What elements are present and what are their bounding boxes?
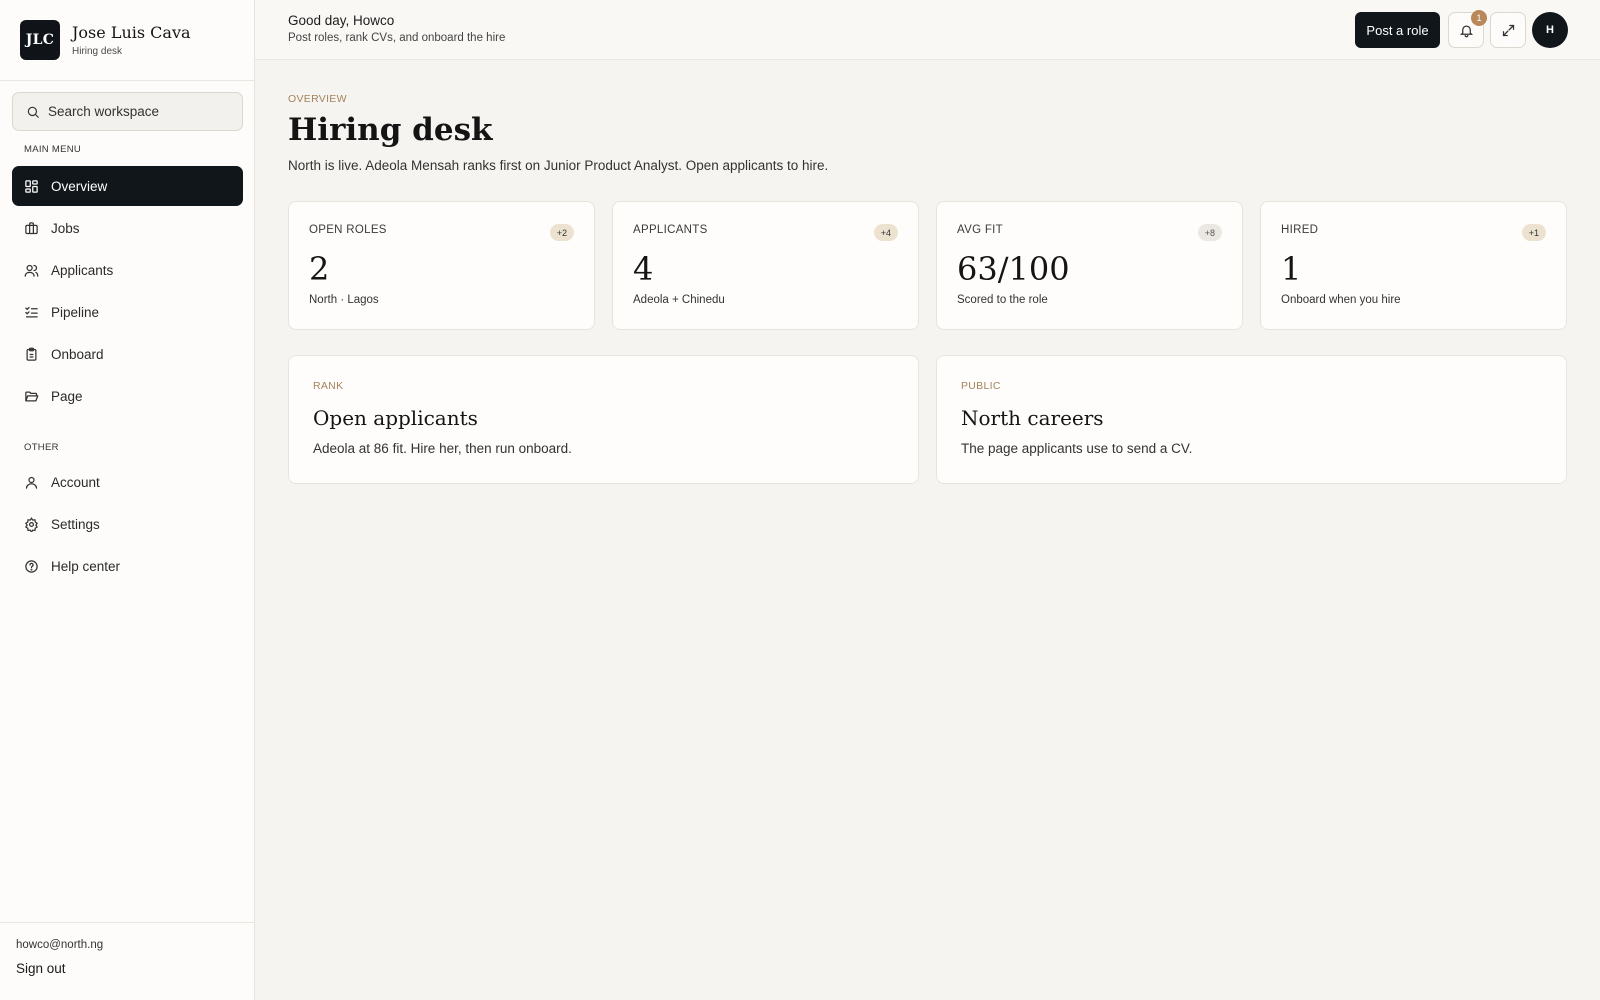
sidebar-item-onboard[interactable]: Onboard <box>12 334 243 374</box>
search-placeholder: Search workspace <box>48 104 160 119</box>
notifications-button[interactable]: 1 <box>1448 10 1487 48</box>
post-role-button[interactable]: Post a role <box>1355 12 1440 48</box>
sidebar-item-help-center[interactable]: Help center <box>12 546 243 586</box>
sidebar-item-label: Onboard <box>51 346 104 362</box>
stat-delta-badge: +4 <box>873 224 898 241</box>
sidebar-item-label: Settings <box>51 516 100 532</box>
feature-description: The page applicants use to send a CV. <box>961 441 1193 456</box>
feature-title: North careers <box>961 406 1104 430</box>
feature-eyebrow: PUBLIC <box>961 380 1001 392</box>
sidebar-item-pipeline[interactable]: Pipeline <box>12 292 243 332</box>
stat-card-open-roles[interactable]: OPEN ROLES +2 2 North · Lagos <box>288 201 595 330</box>
folder-open-icon <box>25 391 39 401</box>
search-icon <box>27 106 39 118</box>
greeting-subtitle: Post roles, rank CVs, and onboard the hi… <box>288 32 506 44</box>
stat-subtext: Adeola + Chinedu <box>633 294 725 306</box>
user-email: howco@north.ng <box>16 939 104 951</box>
feature-eyebrow: RANK <box>313 380 344 392</box>
stat-subtext: Onboard when you hire <box>1281 294 1401 306</box>
stat-card-applicants[interactable]: APPLICANTS +4 4 Adeola + Chinedu <box>612 201 919 330</box>
stat-value: 2 <box>309 250 330 288</box>
sidebar-item-label: Applicants <box>51 262 114 278</box>
sidebar-item-label: Pipeline <box>51 304 100 320</box>
stat-value: 4 <box>633 250 654 288</box>
sidebar-item-label: Account <box>51 474 100 490</box>
sidebar-item-overview[interactable]: Overview <box>12 166 243 206</box>
stat-delta-badge: +1 <box>1521 224 1546 241</box>
sidebar-item-page[interactable]: Page <box>12 376 243 416</box>
main-menu-label: MAIN MENU <box>24 144 82 155</box>
brand-subtitle: Hiring desk <box>72 46 123 57</box>
grid-icon <box>25 179 38 193</box>
expand-icon <box>1502 24 1514 36</box>
feature-card-open-applicants[interactable]: RANK Open applicants Adeola at 86 fit. H… <box>288 355 919 484</box>
notification-badge: 1 <box>1471 10 1487 26</box>
brand: JLC Jose Luis Cava Hiring desk <box>0 0 254 81</box>
stat-card-hired[interactable]: HIRED +1 1 Onboard when you hire <box>1260 201 1567 330</box>
feature-description: Adeola at 86 fit. Hire her, then run onb… <box>313 441 572 456</box>
search-input[interactable]: Search workspace <box>12 92 243 131</box>
stat-card-avg-fit[interactable]: AVG FIT +8 63/100 Scored to the role <box>936 201 1243 330</box>
user-icon <box>25 476 38 489</box>
sidebar-item-label: Page <box>51 388 83 404</box>
stat-value: 63/100 <box>957 250 1070 288</box>
fullscreen-button[interactable] <box>1490 12 1526 48</box>
stat-value: 1 <box>1281 250 1302 288</box>
brand-logo: JLC <box>20 20 60 60</box>
sidebar-item-settings[interactable]: Settings <box>12 504 243 544</box>
stat-label: OPEN ROLES <box>309 224 387 236</box>
page-description: North is live. Adeola Mensah ranks first… <box>288 158 829 173</box>
stat-label: HIRED <box>1281 224 1319 236</box>
stat-delta-badge: +2 <box>549 224 574 241</box>
help-circle-icon <box>25 559 38 573</box>
stat-label: AVG FIT <box>957 224 1003 236</box>
greeting: Good day, Howco <box>288 13 395 28</box>
brand-name: Jose Luis Cava <box>72 23 191 42</box>
gear-icon <box>25 516 38 532</box>
feature-title: Open applicants <box>313 406 478 430</box>
page-title: Hiring desk <box>288 112 493 148</box>
stat-subtext: North · Lagos <box>309 294 379 306</box>
sidebar-footer: howco@north.ng Sign out <box>0 922 254 1000</box>
other-menu-label: OTHER <box>24 442 59 453</box>
briefcase-icon <box>25 221 38 234</box>
list-checks-icon <box>25 306 38 317</box>
stat-subtext: Scored to the role <box>957 294 1048 306</box>
sign-out-link[interactable]: Sign out <box>16 961 254 976</box>
feature-card-north-careers[interactable]: PUBLIC North careers The page applicants… <box>936 355 1567 484</box>
sidebar-item-label: Overview <box>51 178 108 194</box>
bell-icon <box>1459 25 1473 37</box>
avatar[interactable]: H <box>1532 12 1568 48</box>
sidebar-item-label: Jobs <box>51 220 80 236</box>
top-header: Good day, Howco Post roles, rank CVs, an… <box>255 0 1600 60</box>
stat-label: APPLICANTS <box>633 224 708 236</box>
sidebar: JLC Jose Luis Cava Hiring desk Search wo… <box>0 0 255 1000</box>
users-icon <box>24 264 39 277</box>
stat-delta-badge: +8 <box>1197 224 1222 241</box>
overview-eyebrow: OVERVIEW <box>288 93 347 105</box>
clipboard-icon <box>26 347 37 361</box>
sidebar-item-account[interactable]: Account <box>12 462 243 502</box>
sidebar-item-label: Help center <box>51 558 121 574</box>
sidebar-item-jobs[interactable]: Jobs <box>12 208 243 248</box>
sidebar-item-applicants[interactable]: Applicants <box>12 250 243 290</box>
